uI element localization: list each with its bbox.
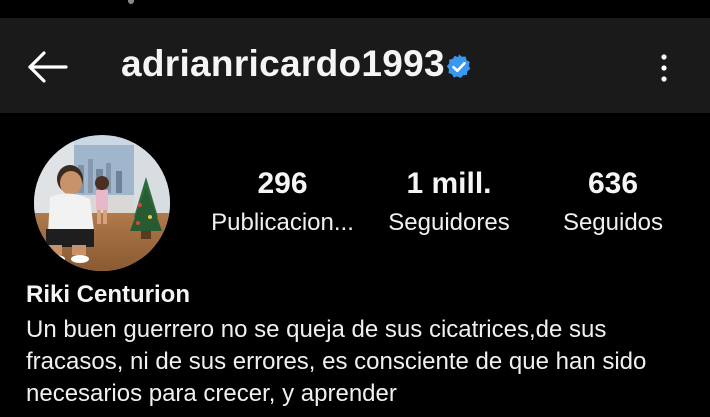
- back-button[interactable]: [22, 46, 74, 88]
- stat-following-label: Seguidos: [562, 209, 664, 236]
- stat-following-value: 636: [587, 167, 639, 200]
- stat-posts-value: 296: [257, 167, 308, 200]
- profile-username: adrianricardo1993: [121, 43, 445, 84]
- profile-header: 296 Publicacion... 1 mill. Seguidores 63…: [0, 113, 710, 417]
- stat-posts-label: Publicacion...: [211, 209, 354, 236]
- status-indicator: [128, 0, 134, 4]
- stat-followers-label: Seguidores: [388, 209, 510, 236]
- stat-followers[interactable]: 1 mill. Seguidores: [381, 167, 517, 237]
- avatar[interactable]: [34, 135, 170, 271]
- verified-badge-icon: [445, 53, 473, 81]
- arrow-left-icon: [28, 51, 68, 83]
- profile-full-name: Riki Centurion: [26, 281, 191, 308]
- status-bar: [0, 0, 710, 18]
- top-app-bar: adrianricardo1993: [0, 18, 710, 113]
- more-options-button[interactable]: [648, 48, 680, 88]
- more-vertical-icon: [661, 54, 667, 82]
- stat-followers-value: 1 mill.: [406, 167, 492, 200]
- stat-following[interactable]: 636 Seguidos: [553, 167, 673, 237]
- stat-posts[interactable]: 296 Publicacion...: [205, 167, 360, 237]
- profile-bio: Un buen guerrero no se queja de sus cica…: [26, 316, 647, 407]
